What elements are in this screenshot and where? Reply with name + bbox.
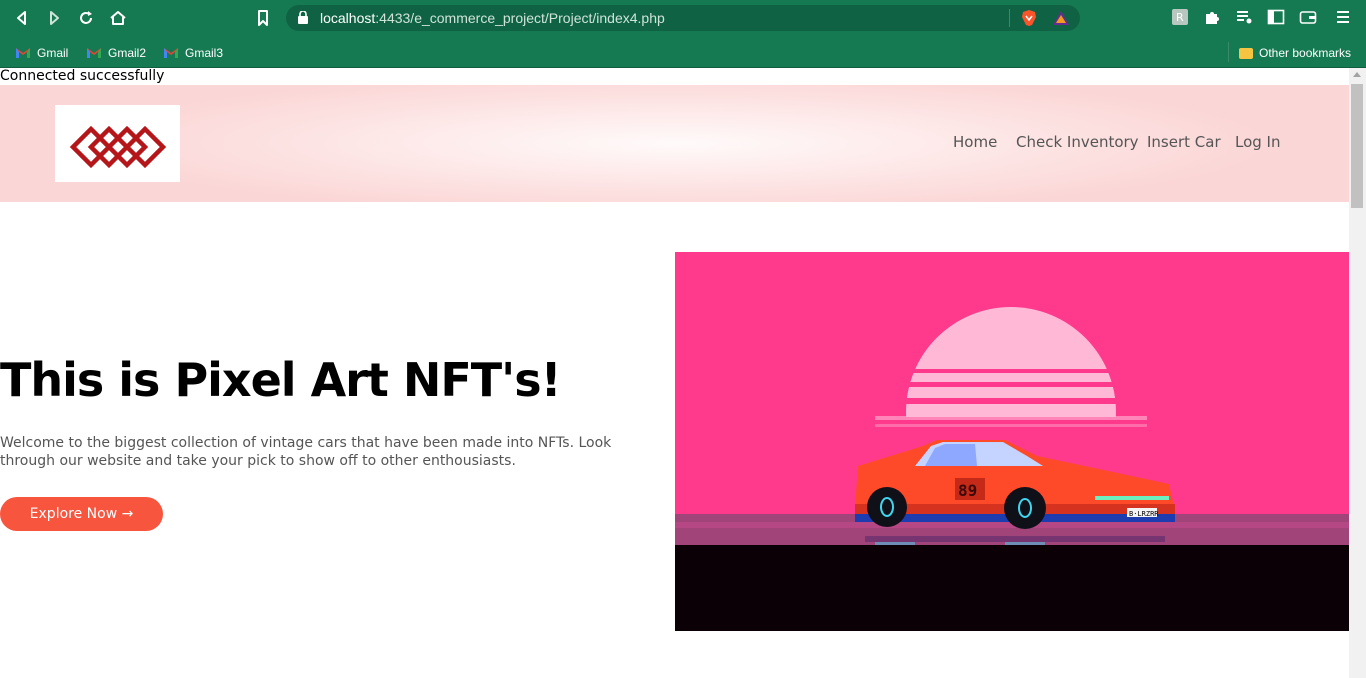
browser-toolbar: localhost:4433/e_commerce_project/Projec… [0, 0, 1366, 36]
gmail-icon [86, 47, 102, 59]
bookmark-icon[interactable] [253, 8, 273, 28]
status-message: Connected successfully [0, 68, 165, 84]
menu-icon[interactable] [1334, 8, 1352, 26]
bookmark-gmail2[interactable]: Gmail2 [86, 44, 146, 62]
bookmark-label: Gmail3 [185, 46, 224, 60]
playlist-icon[interactable] [1235, 8, 1253, 26]
triangle-icon[interactable] [1052, 9, 1070, 27]
forward-icon[interactable] [44, 8, 64, 28]
bookmark-gmail3[interactable]: Gmail3 [163, 44, 223, 62]
home-icon[interactable] [108, 8, 128, 28]
reload-icon[interactable] [76, 8, 96, 28]
url-host: localhost [320, 10, 376, 26]
svg-text:R: R [1176, 11, 1184, 24]
extension-icon[interactable]: R [1171, 8, 1189, 26]
scroll-up-arrow-icon[interactable] [1353, 72, 1361, 77]
car-plate: B·LRZRR [1129, 510, 1159, 518]
back-icon[interactable] [12, 8, 32, 28]
nav-insert-car[interactable]: Insert Car [1147, 133, 1221, 151]
hero-text: Welcome to the biggest collection of vin… [0, 435, 612, 469]
gmail-icon [15, 47, 31, 59]
nav-log-in[interactable]: Log In [1235, 133, 1281, 151]
other-bookmarks[interactable]: Other bookmarks [1239, 44, 1351, 62]
brave-icon[interactable] [1020, 9, 1038, 27]
wallet-icon[interactable] [1299, 8, 1317, 26]
address-bar[interactable]: localhost:4433/e_commerce_project/Projec… [286, 5, 1080, 31]
site-logo[interactable] [55, 105, 180, 182]
explore-now-button[interactable]: Explore Now → [0, 497, 163, 531]
page-scrollbar[interactable] [1349, 68, 1366, 678]
url-path: :4433/e_commerce_project/Project/index4.… [375, 10, 665, 26]
bookmark-label: Gmail2 [108, 46, 147, 60]
puzzle-icon[interactable] [1203, 8, 1221, 26]
sidebar-icon[interactable] [1267, 8, 1285, 26]
url-text: localhost:4433/e_commerce_project/Projec… [320, 10, 665, 26]
bookmark-gmail[interactable]: Gmail [15, 44, 68, 62]
page-viewport: Connected successfully Home Check Invent… [0, 68, 1349, 678]
car-number: 89 [958, 481, 977, 500]
bookmark-label: Gmail [37, 46, 69, 60]
logo-icon [69, 125, 167, 169]
pixel-art-car-image: B·LRZRR 89 [675, 252, 1349, 631]
nav-check-inventory[interactable]: Check Inventory [1016, 133, 1139, 151]
gmail-icon [163, 47, 179, 59]
folder-icon [1239, 47, 1253, 59]
nav-home[interactable]: Home [953, 133, 997, 151]
scrollbar-thumb[interactable] [1351, 84, 1363, 208]
bookmarks-divider [1228, 42, 1229, 62]
other-bookmarks-label: Other bookmarks [1259, 46, 1352, 60]
hero-title: This is Pixel Art NFT's! [0, 353, 562, 407]
lock-icon [298, 10, 308, 24]
bookmarks-bar: Gmail Gmail2 Gmail3 Other bookmarks [0, 36, 1366, 68]
site-header: Home Check Inventory Insert Car Log In [0, 85, 1349, 202]
